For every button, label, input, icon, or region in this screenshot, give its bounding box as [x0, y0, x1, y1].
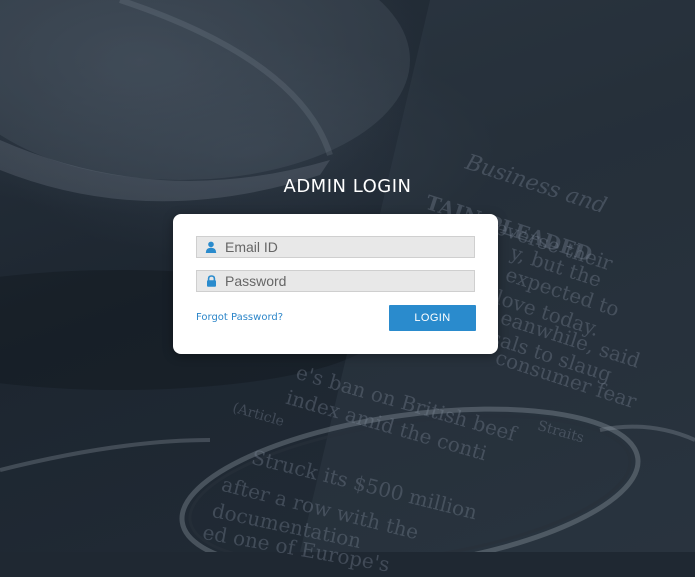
user-icon	[197, 237, 225, 257]
email-input[interactable]	[225, 237, 465, 257]
forgot-password-link[interactable]: Forgot Password?	[196, 312, 283, 323]
page-title: ADMIN LOGIN	[283, 176, 412, 197]
password-input[interactable]	[225, 271, 465, 291]
password-field-wrapper[interactable]	[196, 270, 475, 292]
email-field-wrapper[interactable]	[196, 236, 475, 258]
login-card: Forgot Password? LOGIN	[173, 214, 498, 354]
lock-icon	[197, 271, 225, 291]
login-button[interactable]: LOGIN	[389, 305, 476, 331]
